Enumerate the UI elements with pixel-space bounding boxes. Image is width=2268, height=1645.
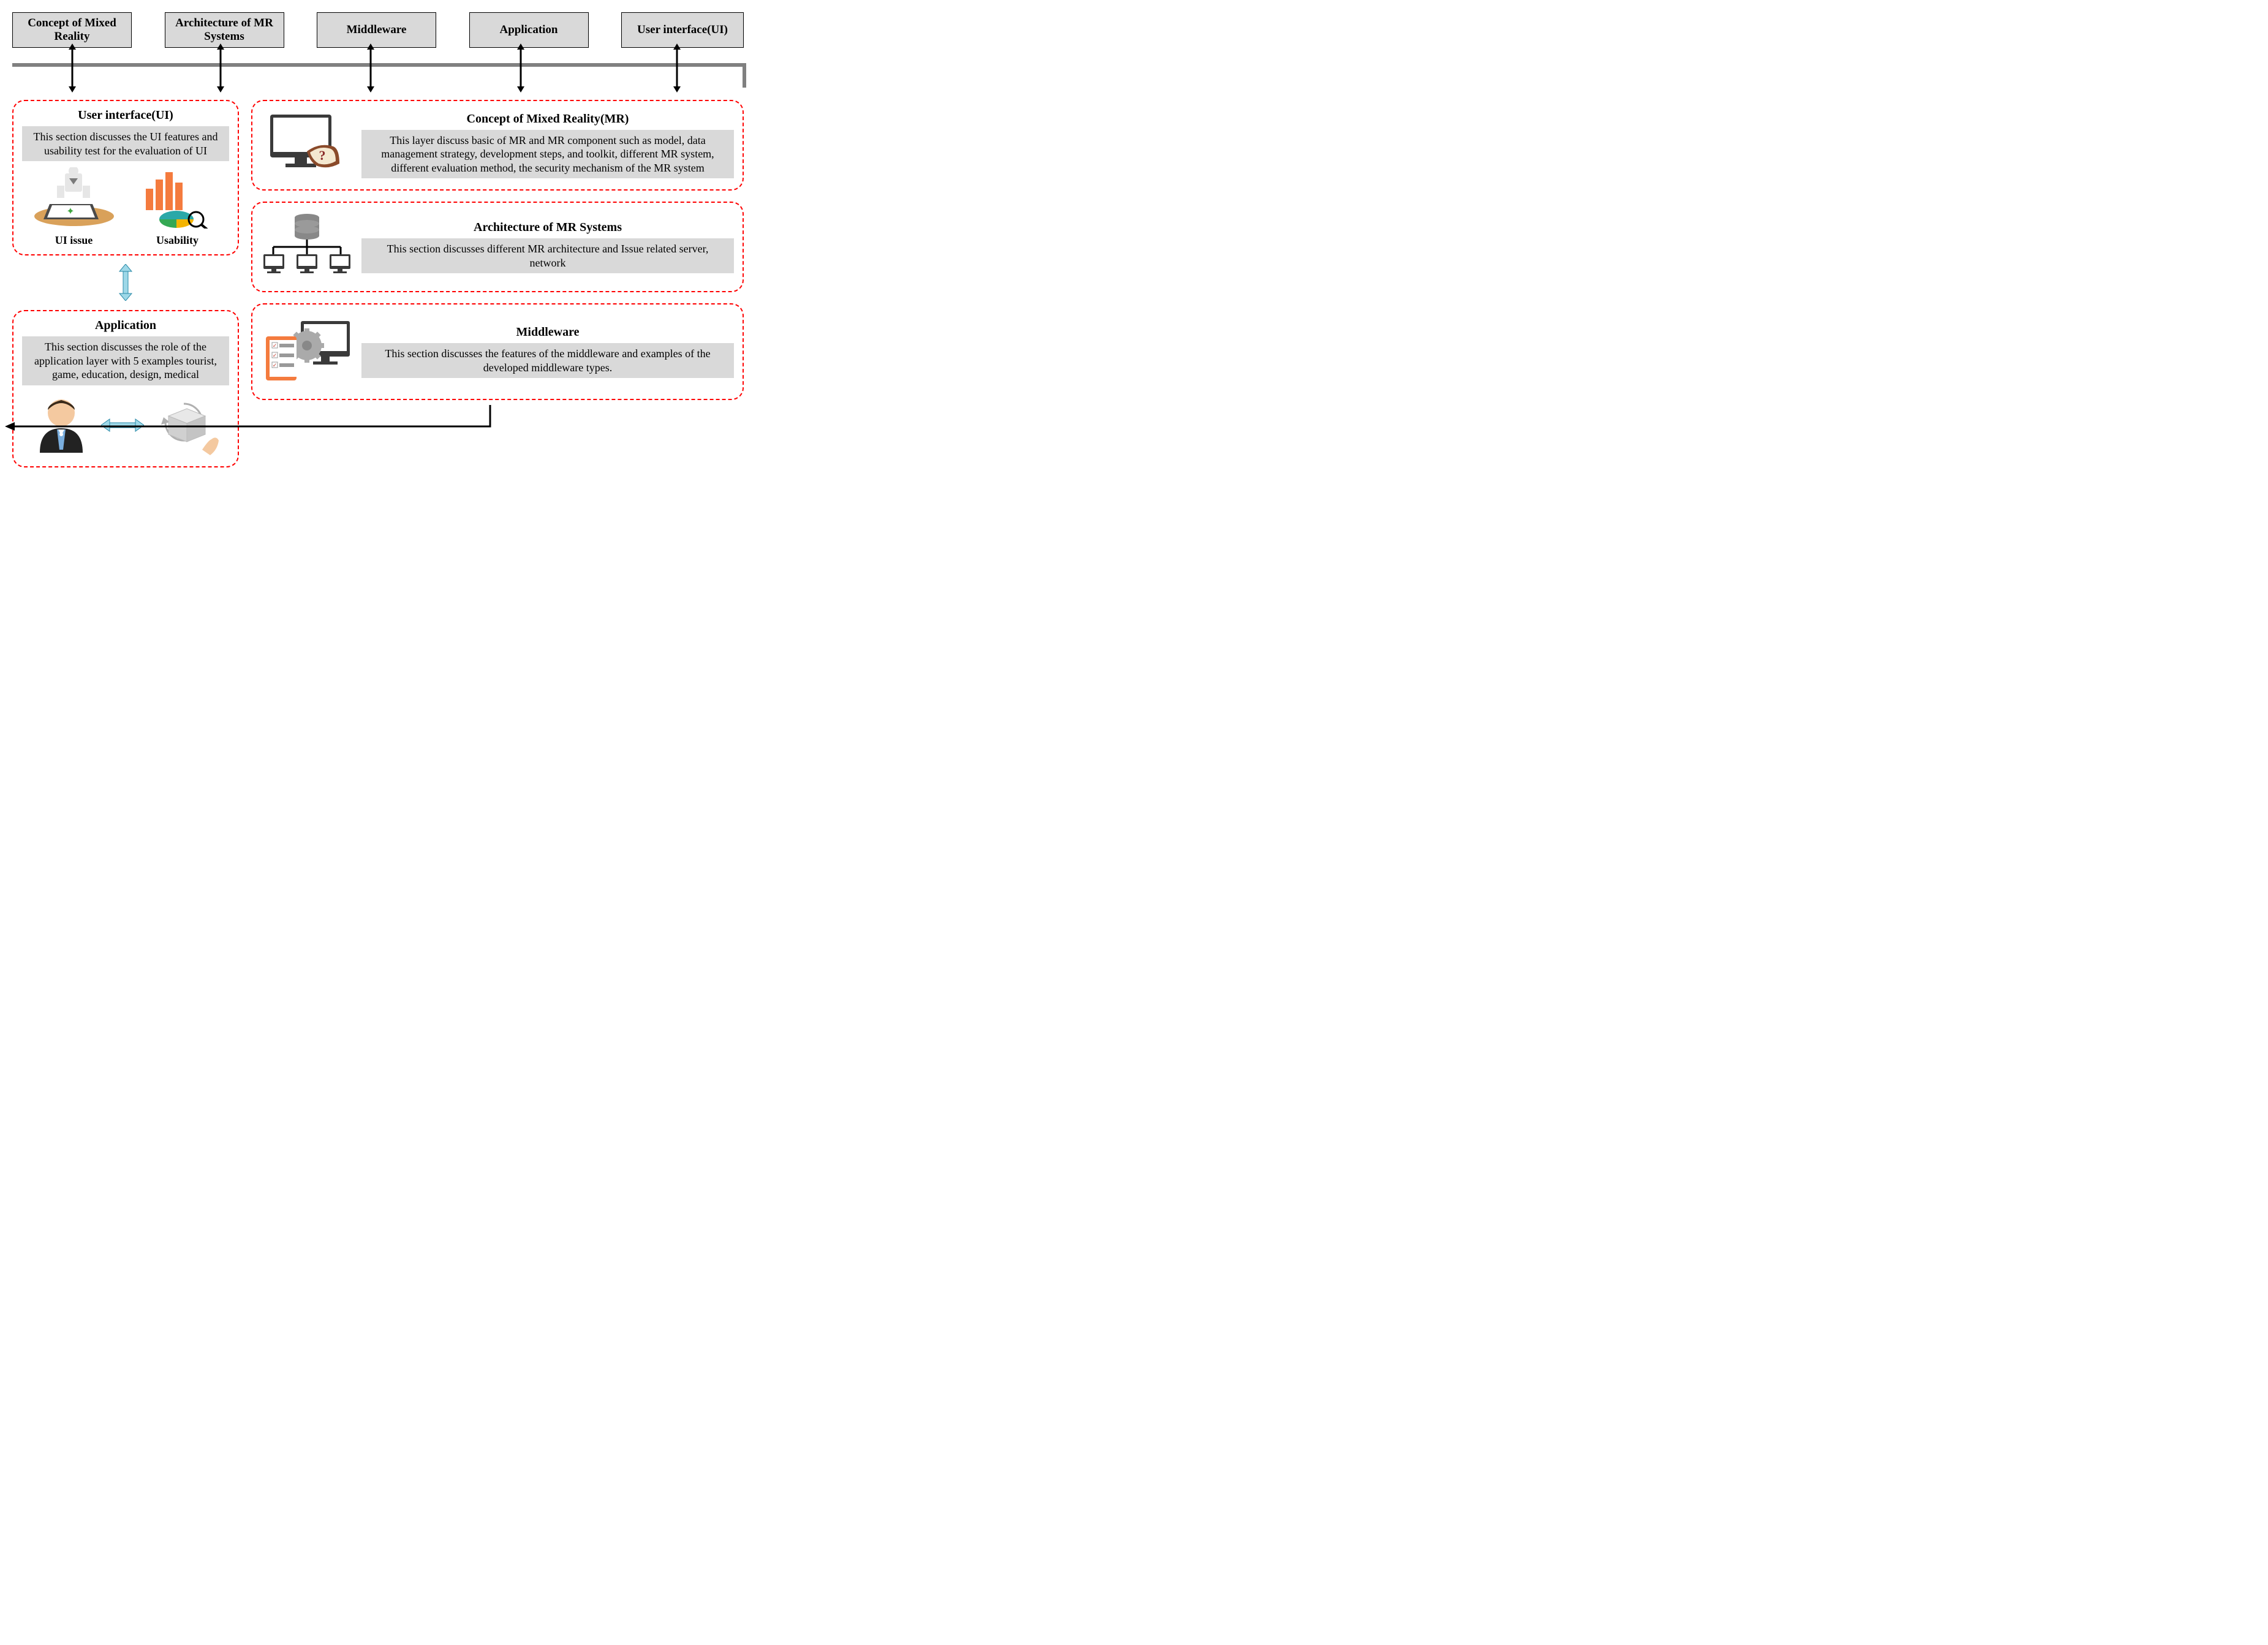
top-box-middleware: Middleware bbox=[317, 12, 436, 48]
elbow-arrow-icon bbox=[0, 405, 496, 442]
top-category-row: Concept of Mixed Reality Architecture of… bbox=[12, 12, 744, 48]
section-concept: ? Concept of Mixed Reality(MR) This laye… bbox=[251, 100, 744, 191]
ui-issue-icon: ✦ bbox=[31, 167, 117, 229]
top-box-ui: User interface(UI) bbox=[621, 12, 744, 48]
section-concept-title: Concept of Mixed Reality(MR) bbox=[361, 112, 734, 126]
middleware-icon: ✓ ✓ ✓ bbox=[261, 312, 353, 391]
section-concept-body: This layer discuss basic of MR and MR co… bbox=[361, 130, 734, 179]
svg-text:✦: ✦ bbox=[66, 206, 74, 217]
double-arrow-vert-icon bbox=[118, 264, 133, 301]
section-application: Application This section discusses the r… bbox=[12, 310, 239, 467]
double-arrow-icon bbox=[214, 43, 227, 93]
section-app-body: This section discusses the role of the a… bbox=[22, 336, 229, 385]
server-network-icon bbox=[261, 210, 353, 284]
top-box-application: Application bbox=[469, 12, 589, 48]
double-arrow-icon bbox=[671, 43, 683, 93]
top-box-architecture: Architecture of MR Systems bbox=[165, 12, 284, 48]
ui-issue-label: UI issue bbox=[31, 234, 117, 247]
section-arch-body: This section discusses different MR arch… bbox=[361, 238, 734, 273]
double-arrow-icon bbox=[66, 43, 78, 93]
section-ui: User interface(UI) This section discusse… bbox=[12, 100, 239, 255]
svg-text:✓: ✓ bbox=[273, 342, 278, 349]
ui-app-arrow bbox=[12, 264, 239, 304]
top-box-concept: Concept of Mixed Reality bbox=[12, 12, 132, 48]
svg-text:✓: ✓ bbox=[273, 352, 278, 358]
double-arrow-icon bbox=[515, 43, 527, 93]
section-architecture: Architecture of MR Systems This section … bbox=[251, 202, 744, 292]
section-mw-body: This section discusses the features of t… bbox=[361, 343, 734, 378]
svg-text:?: ? bbox=[319, 148, 326, 163]
section-arch-title: Architecture of MR Systems bbox=[361, 221, 734, 235]
middleware-app-connector bbox=[251, 411, 744, 448]
section-ui-title: User interface(UI) bbox=[22, 108, 229, 123]
section-ui-body: This section discusses the UI features a… bbox=[22, 126, 229, 161]
connector-bar bbox=[12, 51, 744, 94]
svg-text:✓: ✓ bbox=[273, 362, 278, 368]
monitor-book-icon: ? bbox=[261, 108, 353, 182]
section-mw-title: Middleware bbox=[361, 325, 734, 339]
double-arrow-icon bbox=[365, 43, 377, 93]
section-middleware: ✓ ✓ ✓ Middleware This section discusses … bbox=[251, 303, 744, 400]
usability-label: Usability bbox=[135, 234, 221, 247]
usability-icon bbox=[135, 167, 221, 229]
section-app-title: Application bbox=[22, 319, 229, 333]
